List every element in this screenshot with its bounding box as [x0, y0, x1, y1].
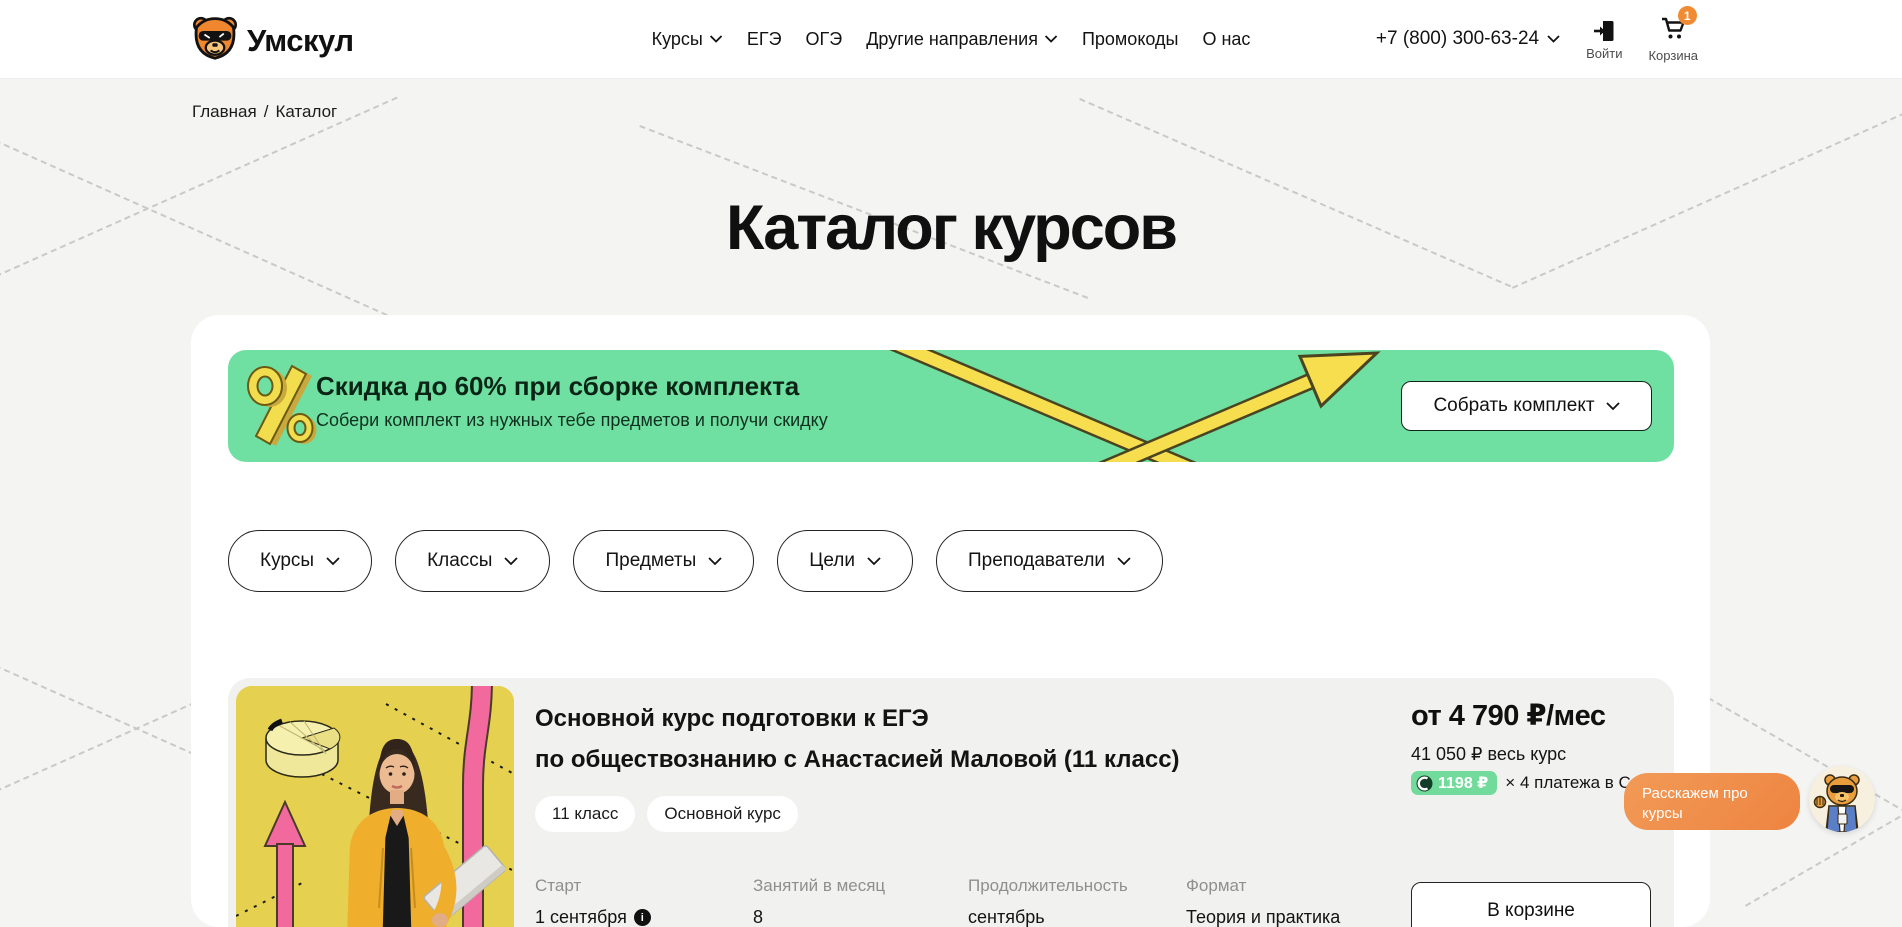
detail-start: Старт 1 сентября i [535, 876, 651, 927]
login-button[interactable]: Войти [1586, 18, 1622, 61]
breadcrumb-separator: / [264, 102, 269, 122]
detail-duration: Продолжительность сентябрь [968, 876, 1128, 927]
chevron-down-icon [710, 35, 723, 43]
logo-bear-icon [192, 16, 238, 65]
in-cart-button[interactable]: В корзине [1411, 882, 1651, 927]
detail-lessons: Занятий в месяц 8 [753, 876, 885, 927]
price-full: 41 050 ₽ весь курс [1411, 744, 1566, 765]
breadcrumb-current: Каталог [275, 102, 337, 122]
chat-avatar[interactable] [1809, 766, 1875, 832]
nav-about[interactable]: О нас [1202, 29, 1250, 50]
arrows-graphic [838, 350, 1418, 462]
breadcrumb-home[interactable]: Главная [192, 102, 257, 122]
chat-bubble[interactable]: Расскажем про курсы [1624, 773, 1800, 830]
header: Умскул Курсы ЕГЭ ОГЭ Другие направления … [0, 0, 1902, 79]
filter-courses[interactable]: Курсы [228, 530, 372, 592]
chevron-down-icon [1606, 402, 1620, 411]
tag-class: 11 класс [535, 796, 635, 832]
chevron-down-icon [1547, 35, 1560, 43]
cart-badge: 1 [1678, 6, 1697, 25]
filters-row: Курсы Классы Предметы Цели Преподаватели [228, 530, 1163, 592]
nav-courses[interactable]: Курсы [652, 29, 723, 50]
chevron-down-icon [1117, 557, 1131, 566]
login-icon [1591, 18, 1617, 44]
split-badge[interactable]: 1198 ₽ [1411, 771, 1497, 795]
logo[interactable]: Умскул [192, 16, 354, 65]
chevron-down-icon [867, 557, 881, 566]
split-icon [1416, 775, 1433, 792]
filter-classes[interactable]: Классы [395, 530, 550, 592]
percent-icon [240, 352, 322, 461]
course-card[interactable]: Основной курс подготовки к ЕГЭ по общест… [228, 678, 1674, 927]
cart-button[interactable]: 1 Корзина [1648, 15, 1698, 63]
bear-mascot-icon [1809, 766, 1875, 832]
nav-promocodes[interactable]: Промокоды [1082, 29, 1178, 50]
course-tags: 11 класс Основной курс [535, 796, 798, 832]
main-nav: Курсы ЕГЭ ОГЭ Другие направления Промоко… [652, 0, 1251, 78]
logo-wordmark: Умскул [247, 23, 354, 59]
info-icon[interactable]: i [634, 909, 651, 926]
chevron-down-icon [1045, 35, 1058, 43]
nav-ege[interactable]: ЕГЭ [747, 29, 782, 50]
phone-number[interactable]: +7 (800) 300-63-24 [1376, 28, 1560, 50]
price-monthly: от 4 790 ₽/мес [1411, 698, 1605, 733]
promo-banner: Скидка до 60% при сборке комплекта Собер… [228, 350, 1674, 462]
tag-course-type: Основной курс [647, 796, 798, 832]
promo-title: Скидка до 60% при сборке комплекта [316, 371, 799, 402]
nav-oge[interactable]: ОГЭ [806, 29, 843, 50]
page: Умскул Курсы ЕГЭ ОГЭ Другие направления … [0, 0, 1902, 927]
nav-other-directions[interactable]: Другие направления [866, 29, 1058, 50]
course-image [236, 686, 514, 927]
page-title: Каталог курсов [0, 192, 1902, 264]
content-card: Скидка до 60% при сборке комплекта Собер… [191, 315, 1710, 927]
filter-subjects[interactable]: Предметы [573, 530, 754, 592]
header-right: +7 (800) 300-63-24 Войти [1376, 0, 1698, 78]
breadcrumb: Главная / Каталог [192, 102, 337, 122]
chevron-down-icon [504, 557, 518, 566]
detail-format: Формат Теория и практика [1186, 876, 1340, 927]
build-bundle-button[interactable]: Собрать комплект [1401, 381, 1652, 431]
course-title: Основной курс подготовки к ЕГЭ по общест… [535, 698, 1180, 780]
promo-subtitle: Собери комплект из нужных тебе предметов… [316, 410, 828, 431]
filter-teachers[interactable]: Преподаватели [936, 530, 1163, 592]
chevron-down-icon [708, 557, 722, 566]
filter-goals[interactable]: Цели [777, 530, 913, 592]
chevron-down-icon [326, 557, 340, 566]
